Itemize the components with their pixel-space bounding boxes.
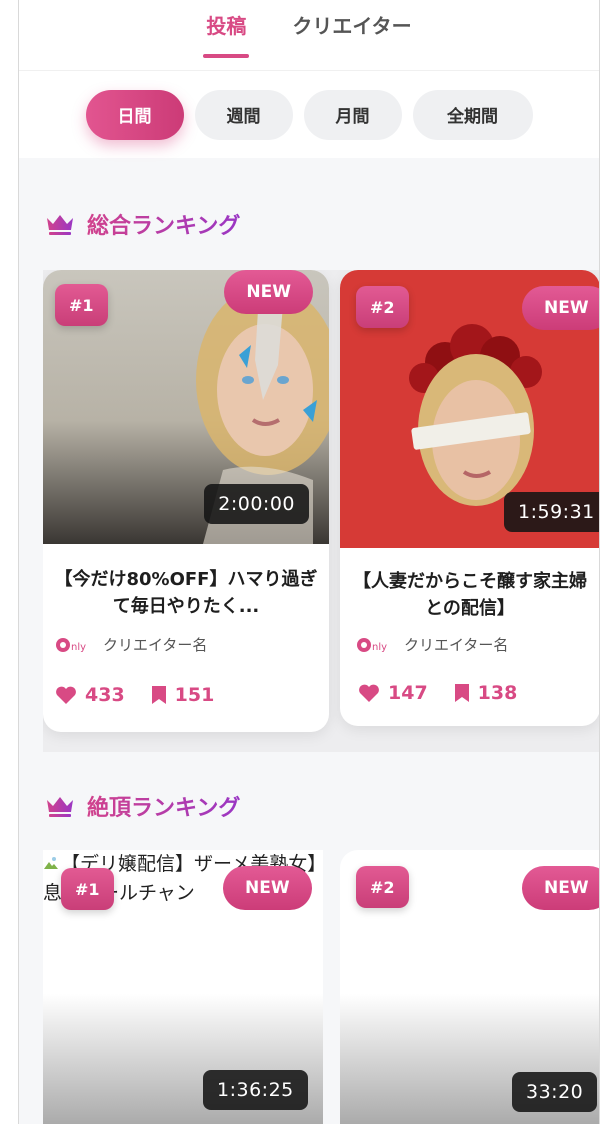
video-thumbnail[interactable]: #2 NEW 1:59:31 xyxy=(340,270,599,548)
ranking-row-overall: #1 NEW 2:00:00 【今だけ80%OFF】ハマり過ぎて毎日やりたく..… xyxy=(43,270,599,752)
video-card[interactable]: #2 NEW 33:20 xyxy=(340,850,599,1124)
period-daily-button[interactable]: 日間 xyxy=(85,89,184,140)
app-frame: 投稿 クリエイター 日間 週間 月間 全期間 総合ランキング #1 NEW 2:… xyxy=(18,0,600,1124)
tab-creators[interactable]: クリエイター xyxy=(292,10,411,50)
heart-icon xyxy=(56,686,76,704)
creator-info[interactable]: nly クリエイター名 xyxy=(55,634,207,655)
svg-text:nly: nly xyxy=(71,642,86,653)
bookmark-count[interactable]: 138 xyxy=(454,682,517,704)
creator-logo-icon: nly xyxy=(357,637,387,653)
new-badge: NEW xyxy=(224,270,313,314)
duration-label: 2:00:00 xyxy=(204,484,309,524)
section-title-text: 総合ランキング xyxy=(87,208,240,240)
like-count[interactable]: 433 xyxy=(55,684,125,706)
rank-badge: #1 xyxy=(55,284,108,326)
creator-logo-icon: nly xyxy=(56,637,86,653)
new-badge: NEW xyxy=(223,866,312,910)
like-count[interactable]: 147 xyxy=(358,682,428,704)
bookmark-icon xyxy=(151,686,166,704)
creator-info[interactable]: nly クリエイター名 xyxy=(356,634,508,655)
bookmark-icon xyxy=(454,684,469,702)
heart-icon xyxy=(359,684,379,702)
video-title[interactable]: 【今だけ80%OFF】ハマり過ぎて毎日やりたく... xyxy=(53,566,319,620)
video-thumbnail[interactable]: #1 NEW 2:00:00 xyxy=(43,270,329,544)
crown-icon xyxy=(47,215,73,235)
section-title-overall: 総合ランキング xyxy=(45,208,240,240)
period-filter: 日間 週間 月間 全期間 xyxy=(19,70,599,158)
card-stats: 147 138 xyxy=(358,682,517,704)
creator-name: クリエイター名 xyxy=(404,636,509,654)
new-badge: NEW xyxy=(522,866,599,910)
ranking-row-climax: 【デリ嬢配信】ザーメ美熟女】息子マールチャン #1 NEW 1:36:25 #2… xyxy=(43,850,599,1124)
section-title-text: 絶頂ランキング xyxy=(87,790,240,822)
svg-text:nly: nly xyxy=(372,642,387,653)
section-title-climax: 絶頂ランキング xyxy=(45,790,240,822)
rank-badge: #2 xyxy=(356,286,409,328)
tab-posts[interactable]: 投稿 xyxy=(206,10,246,50)
rank-badge: #1 xyxy=(61,868,114,910)
new-badge: NEW xyxy=(522,286,599,330)
duration-label: 1:36:25 xyxy=(203,1070,308,1110)
creator-name: クリエイター名 xyxy=(103,636,208,654)
period-all-button[interactable]: 全期間 xyxy=(412,89,533,140)
period-monthly-button[interactable]: 月間 xyxy=(303,89,402,140)
crown-icon xyxy=(47,797,73,817)
card-stats: 433 151 xyxy=(55,684,214,706)
video-card[interactable]: #2 NEW 1:59:31 【人妻だからこそ醸す家主婦との配信】 nly クリ… xyxy=(340,270,599,726)
main-tabs: 投稿 クリエイター xyxy=(19,0,599,70)
duration-label: 33:20 xyxy=(512,1072,598,1112)
video-card[interactable]: #1 NEW 2:00:00 【今だけ80%OFF】ハマり過ぎて毎日やりたく..… xyxy=(43,270,329,732)
video-title[interactable]: 【人妻だからこそ醸す家主婦との配信】 xyxy=(350,568,590,622)
rank-badge: #2 xyxy=(356,866,409,908)
broken-image-icon xyxy=(44,857,58,869)
bookmark-count[interactable]: 151 xyxy=(151,684,214,706)
video-card[interactable]: 【デリ嬢配信】ザーメ美熟女】息子マールチャン #1 NEW 1:36:25 xyxy=(43,850,323,1124)
duration-label: 1:59:31 xyxy=(504,492,599,532)
period-weekly-button[interactable]: 週間 xyxy=(194,89,293,140)
